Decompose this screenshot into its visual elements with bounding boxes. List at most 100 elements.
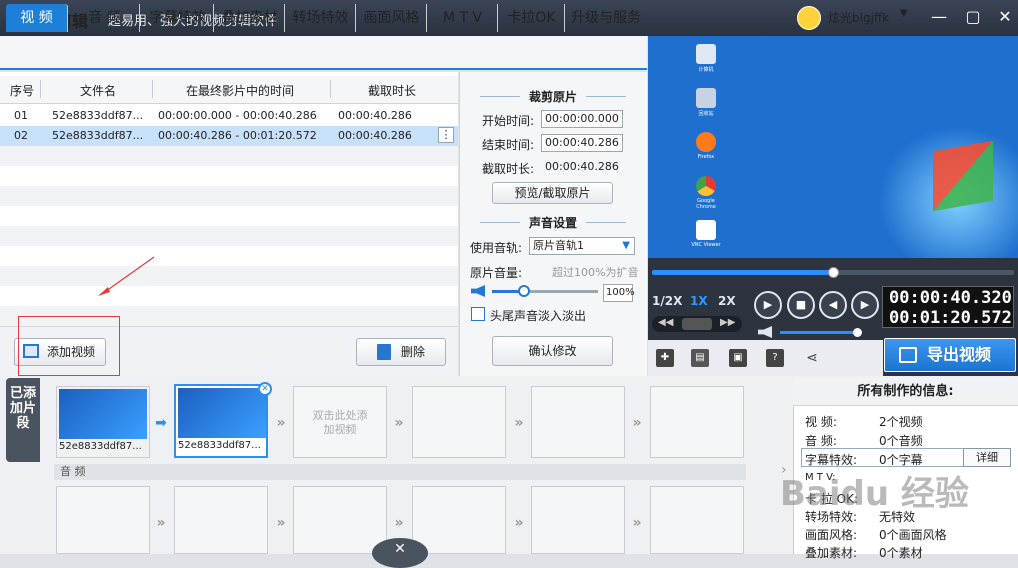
confirm-button[interactable]: 确认修改: [492, 336, 613, 366]
cut-section-title: 裁剪原片: [528, 90, 577, 104]
desktop-icon-label: Firefox: [697, 154, 715, 160]
close-icon[interactable]: ✕: [994, 6, 1016, 28]
total-time: 00:01:20.572: [889, 308, 1012, 328]
empty-row: [0, 146, 458, 166]
empty-audio-slot[interactable]: [531, 486, 625, 554]
recycle-bin-icon: [696, 88, 716, 108]
video-preview[interactable]: 计算机 回收站 Firefox Google Chrome VNC Viewer: [648, 36, 1018, 258]
speed-normal-button[interactable]: 1X: [690, 294, 708, 308]
share-icon[interactable]: ⋖: [803, 349, 821, 367]
scroll-down-icon[interactable]: ✕: [372, 538, 428, 568]
speed-double-button[interactable]: 2X: [718, 294, 736, 308]
empty-clip-slot[interactable]: [650, 386, 744, 458]
empty-clip-slot[interactable]: [531, 386, 625, 458]
tab-upgrade[interactable]: 升级与服务: [566, 4, 646, 32]
desktop-icon-label: 回收站: [698, 111, 714, 117]
tab-mtv[interactable]: M T V: [428, 4, 498, 32]
tab-karaoke[interactable]: 卡拉OK: [499, 4, 565, 32]
column-header-filename[interactable]: 文件名: [80, 82, 116, 99]
maximize-icon[interactable]: ▢: [962, 6, 984, 28]
tab-style[interactable]: 画面风格: [357, 4, 427, 32]
start-time-input[interactable]: 00:00:00.000: [541, 110, 623, 128]
add-video-placeholder[interactable]: 双击此处添加视频: [293, 386, 387, 458]
start-time-label: 开始时间:: [482, 114, 535, 128]
audio-track-select[interactable]: 原片音轨1 ▼: [529, 237, 635, 255]
chevron-down-icon[interactable]: ▼: [900, 8, 908, 19]
arrow-right-icon: ➡: [155, 415, 167, 431]
delete-button[interactable]: 删除: [356, 338, 446, 366]
desktop-icon-label: Google Chrome: [696, 198, 716, 210]
column-header-time[interactable]: 在最终影片中的时间: [186, 82, 294, 99]
end-time-input[interactable]: 00:00:40.286: [541, 134, 623, 152]
username[interactable]: 炫光blgjffk: [828, 9, 889, 26]
tab-transition[interactable]: 转场特效: [286, 4, 356, 32]
arrow-right-icon: »: [276, 515, 286, 531]
tab-audio[interactable]: 音 频: [70, 4, 140, 32]
empty-audio-slot[interactable]: [56, 486, 150, 554]
speed-half-button[interactable]: 1/2X: [652, 294, 682, 308]
user-avatar-icon[interactable]: [797, 6, 821, 30]
arrow-right-icon: »: [156, 515, 166, 531]
empty-audio-slot[interactable]: [293, 486, 387, 554]
empty-row: [0, 226, 458, 246]
help-icon[interactable]: ?: [766, 349, 784, 367]
section-divider: [480, 222, 520, 223]
remove-clip-icon[interactable]: ✕: [258, 382, 272, 396]
column-header-duration[interactable]: 截取时长: [368, 82, 416, 99]
table-row[interactable]: 01 52e8833ddf87... 00:00:00.000 - 00:00:…: [0, 106, 458, 126]
arrow-right-icon: »: [514, 515, 524, 531]
export-label: 导出视频: [927, 345, 992, 364]
row-filename: 52e8833ddf87...: [52, 109, 144, 122]
fade-checkbox[interactable]: [471, 307, 485, 321]
tab-overlay[interactable]: 叠加素材: [215, 4, 285, 32]
volume-slider-knob[interactable]: [517, 285, 530, 297]
section-divider: [586, 222, 626, 223]
row-index: 01: [14, 109, 28, 122]
minimize-icon[interactable]: —: [928, 6, 950, 28]
empty-audio-slot[interactable]: [412, 486, 506, 554]
cut-duration-label: 截取时长:: [482, 162, 535, 176]
player-volume-slider[interactable]: [780, 331, 860, 334]
jog-shuttle[interactable]: ◀◀ ▶▶: [652, 316, 742, 332]
player-volume-knob[interactable]: [853, 328, 862, 337]
next-frame-icon[interactable]: ▶: [851, 291, 879, 319]
volume-value-input[interactable]: 100%: [603, 284, 635, 302]
info-row: 视 频: 2个视频: [805, 415, 923, 429]
seek-knob[interactable]: [828, 267, 839, 278]
volume-hint: 超过100%为扩音: [552, 266, 639, 279]
stop-icon[interactable]: ■: [787, 291, 815, 319]
clip-thumbnail: [178, 388, 266, 438]
time-display: 00:00:40.320 00:01:20.572: [882, 286, 1014, 328]
open-folder-icon[interactable]: ▤: [691, 349, 709, 367]
windows-logo-icon: [933, 140, 993, 212]
clip-item-selected[interactable]: 52e8833ddf87...: [174, 384, 268, 458]
clip-item[interactable]: 52e8833ddf87...: [56, 386, 150, 458]
empty-clip-slot[interactable]: [412, 386, 506, 458]
export-video-button[interactable]: 导出视频: [884, 338, 1016, 372]
row-duration: 00:00:40.286: [338, 109, 412, 122]
fade-label: 头尾声音淡入淡出: [490, 309, 587, 323]
table-row[interactable]: 02 52e8833ddf87... 00:00:40.286 - 00:01:…: [0, 126, 458, 146]
arrow-right-icon: »: [394, 415, 404, 431]
row-more-icon[interactable]: ⋮: [438, 127, 454, 143]
added-clips-side-tab[interactable]: 已添加片段: [6, 378, 40, 462]
preview-cut-button[interactable]: 预览/截取原片: [492, 182, 613, 204]
tab-subtitle-effects[interactable]: 字幕特效: [142, 4, 214, 32]
play-icon[interactable]: ▶: [754, 291, 782, 319]
column-header-index[interactable]: 序号: [10, 82, 34, 99]
new-project-icon[interactable]: ✚: [656, 349, 674, 367]
clip-label: 52e8833ddf87...: [59, 441, 142, 452]
empty-audio-slot[interactable]: [650, 486, 744, 554]
previous-frame-icon[interactable]: ◀: [819, 291, 847, 319]
current-time: 00:00:40.320: [889, 288, 1012, 308]
empty-row: [0, 186, 458, 206]
tab-video[interactable]: 视 频: [6, 4, 68, 32]
arrow-right-icon: »: [632, 515, 642, 531]
arrow-right-icon: »: [514, 415, 524, 431]
clip-label: 52e8833ddf87...: [178, 440, 261, 451]
empty-audio-slot[interactable]: [174, 486, 268, 554]
detail-button[interactable]: 详细: [963, 448, 1011, 467]
annotation-arrow: [98, 256, 155, 296]
save-icon[interactable]: ▣: [729, 349, 747, 367]
chrome-icon: [696, 176, 716, 196]
